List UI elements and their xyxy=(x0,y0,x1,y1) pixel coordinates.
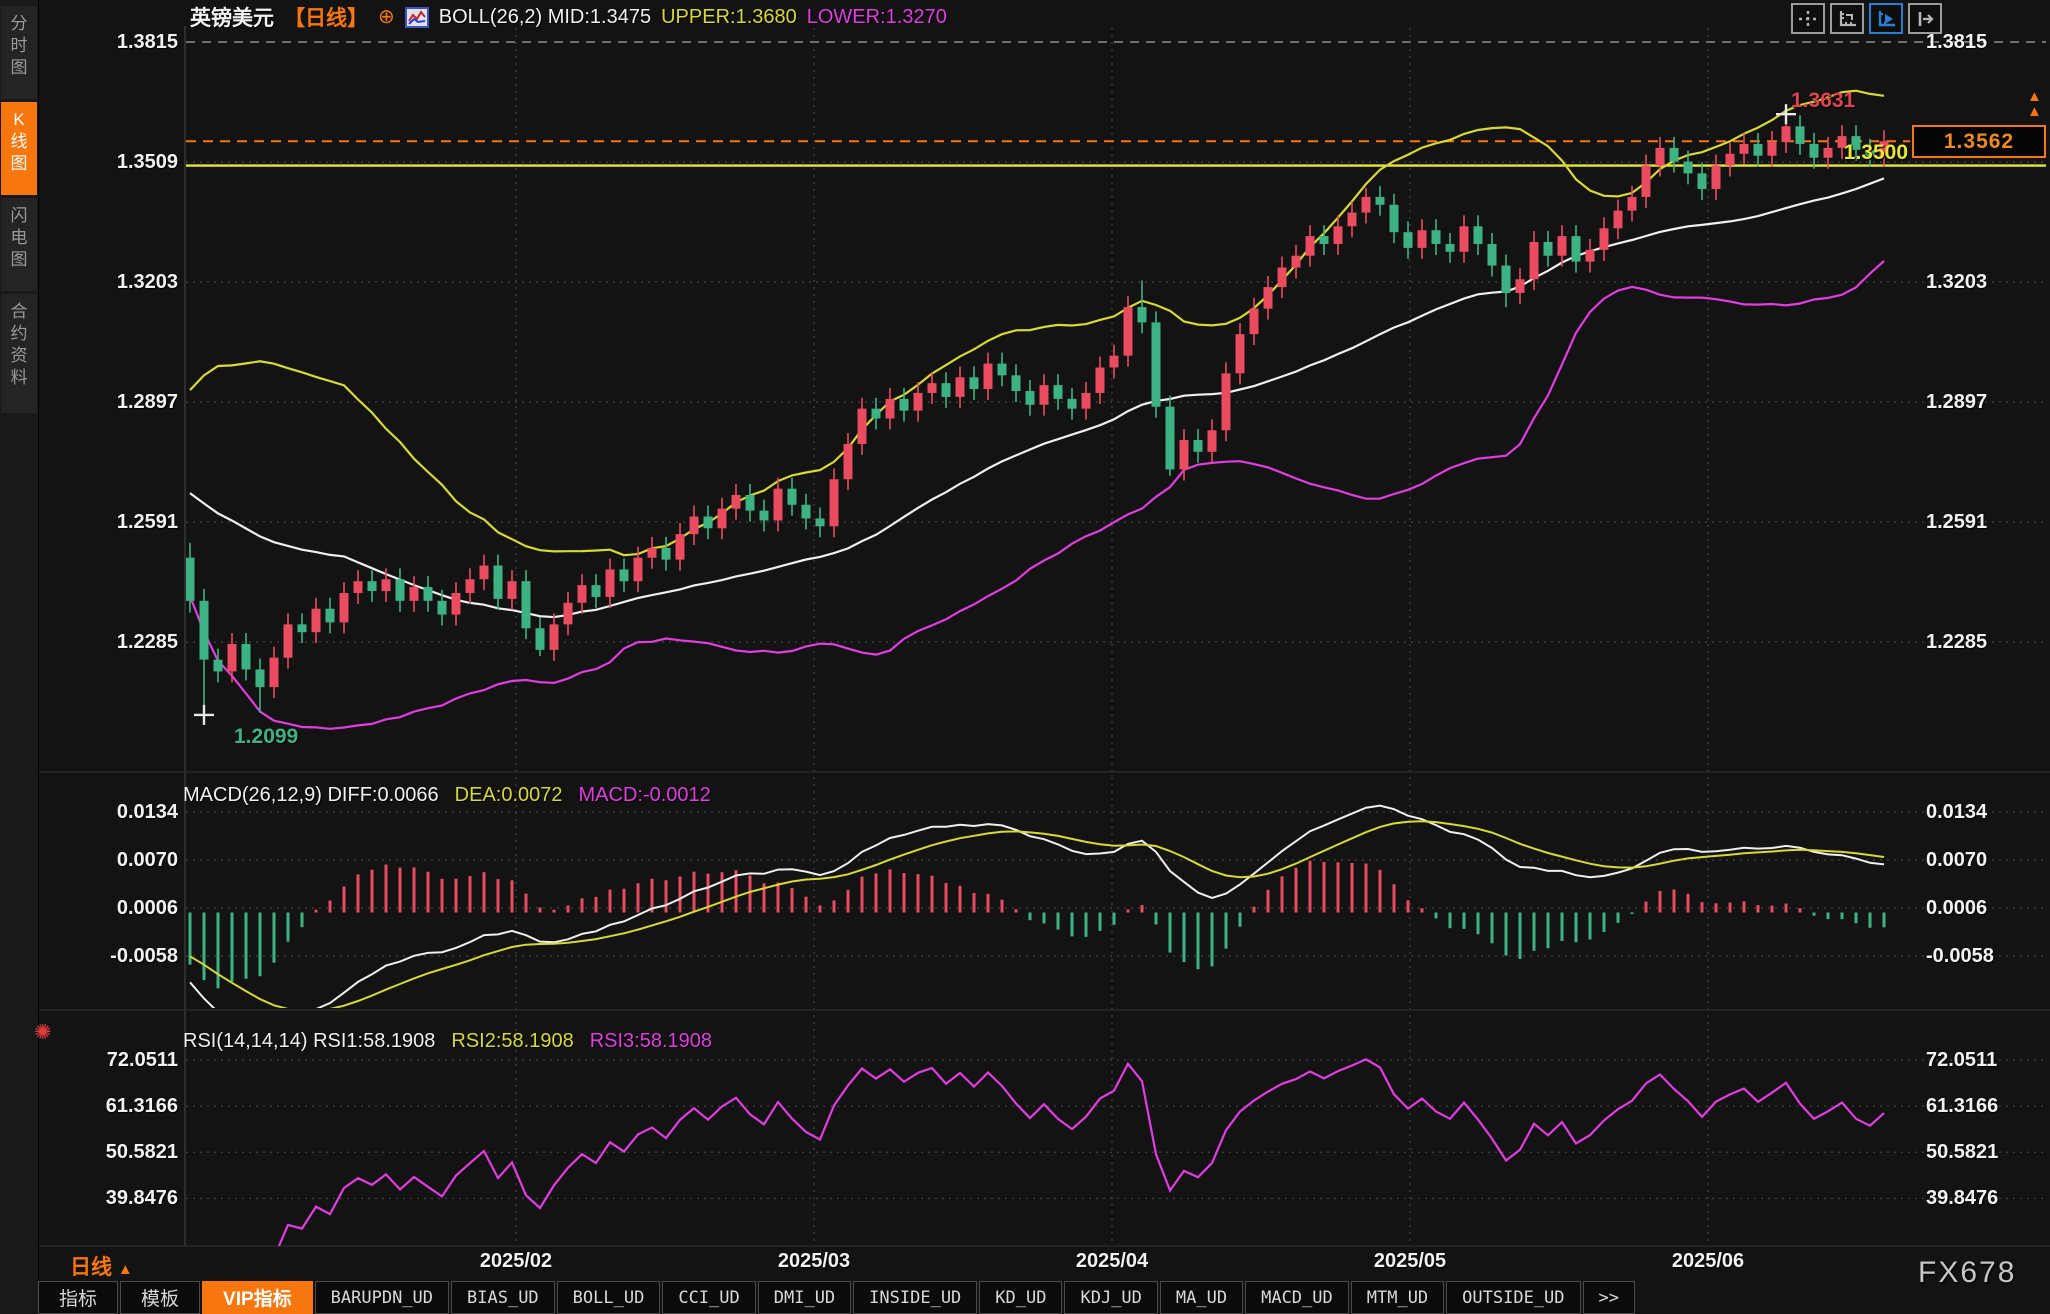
rsi3-label: RSI3:58.1908 xyxy=(589,1030,713,1052)
tab-ma_ud[interactable]: MA_UD xyxy=(1159,1281,1244,1314)
macd-pane xyxy=(188,804,1886,1008)
chart-header: 英镑美元 【日线】 ⊕ BOLL(26,2) MID:1.3475 UPPER:… xyxy=(190,4,947,31)
macd-indicator-labels: MACD(26,12,9) DIFF:0.0066 DEA:0.0072 MAC… xyxy=(183,784,711,807)
tick-up-arrow-icon: ▲ xyxy=(2027,88,2042,105)
period-selector[interactable]: 日线 ▲ xyxy=(70,1251,133,1281)
sidebar-item-time-chart[interactable]: 分 时 图 xyxy=(1,6,37,99)
tab-macd_ud[interactable]: MACD_UD xyxy=(1245,1281,1349,1314)
indicator-settings-icon[interactable]: ✺ xyxy=(34,1020,52,1045)
top-toolbar xyxy=(1791,3,1942,34)
tab-dmi_ud[interactable]: DMI_UD xyxy=(757,1281,852,1314)
symbol-name: 英镑美元 xyxy=(190,7,274,30)
axis-play-icon[interactable] xyxy=(1869,3,1903,34)
tick-up-arrow-icon: ▲ xyxy=(2027,103,2042,120)
period-selector-label: 日线 xyxy=(70,1256,112,1279)
gridlines xyxy=(38,26,2050,1247)
tab-inside_ud[interactable]: INSIDE_UD xyxy=(853,1281,978,1314)
macd-diff-label: MACD(26,12,9) DIFF:0.0066 xyxy=(183,784,439,806)
tab-mtm_ud[interactable]: MTM_UD xyxy=(1350,1281,1445,1314)
rsi-indicator-labels: RSI(14,14,14) RSI1:58.1908 RSI2:58.1908 … xyxy=(183,1030,712,1053)
pan-crosshair-icon[interactable] xyxy=(1791,3,1825,34)
tab-boll_ud[interactable]: BOLL_UD xyxy=(556,1281,661,1314)
time-axis-label: 2025/04 xyxy=(1075,1250,1149,1272)
fx678-watermark: FX678 xyxy=(1918,1256,2017,1289)
mini-chart-icon[interactable] xyxy=(404,6,429,28)
time-axis-label: 2025/02 xyxy=(479,1250,553,1272)
boll-upper-value: UPPER:1.3680 xyxy=(661,5,797,28)
time-axis-label: 2025/03 xyxy=(777,1250,851,1272)
triangle-up-icon: ▲ xyxy=(117,1261,133,1278)
rsi-pane xyxy=(277,1058,1885,1246)
sidebar-item-flash-chart[interactable]: 闪 电 图 xyxy=(1,198,37,291)
boll-mid-value: BOLL(26,2) MID:1.3475 xyxy=(438,5,652,28)
tab-barupdn_ud[interactable]: BARUPDN_UD xyxy=(314,1281,450,1314)
macd-hist-label: MACD:-0.0012 xyxy=(578,784,711,806)
tab-outside_ud[interactable]: OUTSIDE_UD xyxy=(1446,1281,1581,1314)
time-axis-label: 2025/06 xyxy=(1671,1250,1745,1272)
period-tag: 【日线】 xyxy=(284,7,368,30)
tab-cci_ud[interactable]: CCI_UD xyxy=(662,1281,756,1314)
tab-kd_ud[interactable]: KD_UD xyxy=(979,1281,1063,1314)
low-price-label: 1.2099 xyxy=(234,725,299,748)
axis-scale-icon[interactable] xyxy=(1830,3,1864,34)
tab-bias_ud[interactable]: BIAS_UD xyxy=(451,1281,555,1314)
sidebar-item-contract-info[interactable]: 合 约 资 料 xyxy=(1,294,37,413)
main-pane xyxy=(186,89,2046,730)
circle-plus-icon[interactable]: ⊕ xyxy=(378,7,395,27)
sidebar-item-kline-chart[interactable]: K 线 图 xyxy=(1,102,37,195)
tab-模板[interactable]: 模板 xyxy=(120,1281,201,1314)
chart-type-sidebar: 分 时 图K 线 图闪 电 图合 约 资 料 xyxy=(0,0,39,1314)
tab-指标[interactable]: 指标 xyxy=(38,1281,119,1314)
boll-lower-value: LOWER:1.3270 xyxy=(806,5,947,28)
price-chart-canvas[interactable] xyxy=(0,0,2050,1314)
rsi1-label: RSI(14,14,14) RSI1:58.1908 xyxy=(183,1030,436,1052)
shift-right-icon[interactable] xyxy=(1908,3,1942,34)
time-axis-label: 2025/05 xyxy=(1373,1250,1447,1272)
tab->>[interactable]: >> xyxy=(1582,1281,1636,1314)
high-price-label: 1.3631 xyxy=(1791,89,1856,112)
tab-kdj_ud[interactable]: KDJ_UD xyxy=(1064,1281,1158,1314)
indicator-tab-bar: 指标 模板 VIP指标 BARUPDN_UD BIAS_UD BOLL_UD CCI_UD D… xyxy=(38,1281,1637,1314)
last-price-box[interactable]: 1.3562 xyxy=(1912,125,2046,158)
level-line-label: 1.3500 xyxy=(1843,141,1908,164)
tab-vip指标[interactable]: VIP指标 xyxy=(202,1281,313,1314)
chart-window: 分 时 图K 线 图闪 电 图合 约 资 料 英镑美元 【日线】 ⊕ BOLL(… xyxy=(0,0,2050,1314)
macd-dea-label: DEA:0.0072 xyxy=(454,784,563,806)
rsi2-label: RSI2:58.1908 xyxy=(451,1030,574,1052)
